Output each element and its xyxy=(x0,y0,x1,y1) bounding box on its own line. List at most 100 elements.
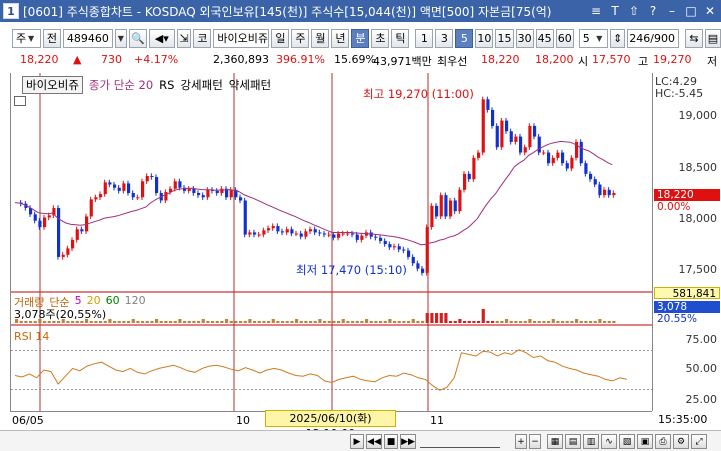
interval-value: 5 xyxy=(582,31,590,45)
candle xyxy=(187,188,191,191)
settings-icon[interactable]: ▤ xyxy=(705,28,721,48)
interval-10[interactable]: 10 xyxy=(475,28,494,48)
volume-bar xyxy=(127,321,131,323)
volume-axis-tag: 581,841 xyxy=(654,287,720,300)
pin-icon[interactable]: ⇧ xyxy=(625,2,643,20)
interval-input[interactable]: 5 ▼ xyxy=(578,28,609,48)
rewind-icon[interactable]: ◀◀ xyxy=(366,434,382,449)
legend-weak-pattern[interactable]: 약세패턴 xyxy=(229,77,271,93)
volume-bar xyxy=(341,319,345,323)
layout-icon[interactable]: ▦ xyxy=(547,434,563,449)
legend-strong-pattern[interactable]: 강세패턴 xyxy=(180,77,222,93)
volume-bar xyxy=(584,321,588,323)
low-label: 저 xyxy=(707,55,718,68)
volume-bar xyxy=(365,319,369,323)
period-tick[interactable]: 틱 xyxy=(391,28,410,48)
current-pct-tag: 0.00% xyxy=(657,201,691,213)
volume-value: 2,360,893 xyxy=(213,53,269,66)
compare-chart-icon[interactable]: ▧ xyxy=(619,434,635,449)
grid-icon[interactable]: ▤ xyxy=(565,434,581,449)
candle xyxy=(267,228,271,231)
table-icon[interactable]: ▥ xyxy=(583,434,599,449)
chevron-down-icon: ▼ xyxy=(117,33,124,43)
code-value: 489460 xyxy=(66,31,109,45)
candle xyxy=(425,227,429,273)
interval-45[interactable]: 45 xyxy=(535,28,554,48)
candle xyxy=(164,191,168,201)
volume-bar xyxy=(309,321,313,323)
price-axis[interactable]: LC:4.29 HC:-5.45 19,000 18,500 18,000 17… xyxy=(652,73,721,411)
candle xyxy=(374,236,378,238)
volume-bar xyxy=(589,321,593,323)
candle xyxy=(453,200,457,212)
candle xyxy=(71,239,75,249)
stop-icon[interactable]: ■ xyxy=(384,434,398,449)
candle xyxy=(523,147,527,153)
expand-icon[interactable]: ⤢ xyxy=(691,434,707,449)
candle xyxy=(430,205,434,228)
zoom-out-icon[interactable]: − xyxy=(529,434,541,449)
volume-bar xyxy=(449,321,453,323)
interval-15[interactable]: 15 xyxy=(495,28,514,48)
period-second[interactable]: 초 xyxy=(371,28,390,48)
rsi-tick: 75.00 xyxy=(685,333,718,346)
help-icon[interactable]: ? xyxy=(644,2,662,20)
market-select[interactable]: 주 ▼ xyxy=(12,28,41,48)
interval-5[interactable]: 5 xyxy=(455,28,474,48)
legend-rs[interactable]: RS xyxy=(159,78,174,92)
compare-icon[interactable]: ⇆ xyxy=(685,28,703,48)
candle xyxy=(206,189,210,198)
legend-stock-name[interactable]: 바이오비쥬 xyxy=(22,76,83,94)
close-icon[interactable]: ✕ xyxy=(701,2,719,20)
period-day[interactable]: 일 xyxy=(271,28,290,48)
candle xyxy=(383,240,387,245)
volume-bar xyxy=(141,321,145,323)
candle xyxy=(239,197,243,201)
config-icon[interactable]: ⚙ xyxy=(673,434,689,449)
period-minute[interactable]: 분 xyxy=(351,28,370,48)
period-type-button[interactable]: 전 xyxy=(42,28,61,48)
speaker-icon[interactable]: ◀▾ xyxy=(148,28,175,48)
forward-icon[interactable]: ▶▶ xyxy=(400,434,416,449)
period-week[interactable]: 주 xyxy=(291,28,310,48)
save-icon[interactable]: ▣ xyxy=(637,434,653,449)
t-icon[interactable]: T xyxy=(606,2,624,20)
interval-60[interactable]: 60 xyxy=(555,28,574,48)
interval-3[interactable]: 3 xyxy=(435,28,454,48)
rsi-legend[interactable]: RSI 14 xyxy=(14,330,49,343)
volume-bar xyxy=(206,321,210,323)
volume-bar xyxy=(500,321,504,323)
legend-volume-ma120[interactable]: 120 xyxy=(125,294,146,310)
candle xyxy=(75,229,79,240)
candle xyxy=(215,190,219,194)
interval-30[interactable]: 30 xyxy=(515,28,534,48)
zoom-slider[interactable] xyxy=(420,435,500,448)
candle xyxy=(38,220,42,228)
play-icon[interactable]: ▶ xyxy=(350,434,364,449)
low-annotation: 최저 17,470 (15:10) xyxy=(296,263,407,277)
candle xyxy=(341,233,345,235)
legend-ma[interactable]: 종가 단순 20 xyxy=(89,77,153,93)
chevron-down-icon: ▼ xyxy=(596,33,603,43)
prev-stock-icon[interactable]: ⇲ xyxy=(176,28,192,48)
period-month[interactable]: 월 xyxy=(311,28,330,48)
maximize-icon[interactable]: □ xyxy=(682,2,700,20)
indicator-icon[interactable]: ∿ xyxy=(601,434,617,449)
interval-1[interactable]: 1 xyxy=(415,28,434,48)
candle xyxy=(565,163,569,169)
chart-area[interactable] xyxy=(10,73,653,411)
spin-icon[interactable]: ⇕ xyxy=(610,28,625,48)
code-input[interactable]: 489460 xyxy=(62,28,113,48)
volume-bar xyxy=(276,321,280,323)
code-dropdown[interactable]: ▼ xyxy=(114,28,127,48)
search-icon[interactable]: 🔍 xyxy=(128,28,147,48)
period-year[interactable]: 년 xyxy=(331,28,350,48)
minimize-icon[interactable]: – xyxy=(663,2,681,20)
print-icon[interactable]: ⎙ xyxy=(655,434,671,449)
menu-icon[interactable]: ≡ xyxy=(587,2,605,20)
zoom-in-icon[interactable]: + xyxy=(515,434,527,449)
chart-menu-icon[interactable] xyxy=(14,96,26,106)
volume-bar xyxy=(150,321,154,323)
legend-volume-ma60[interactable]: 60 xyxy=(106,294,120,310)
candle xyxy=(439,195,443,217)
